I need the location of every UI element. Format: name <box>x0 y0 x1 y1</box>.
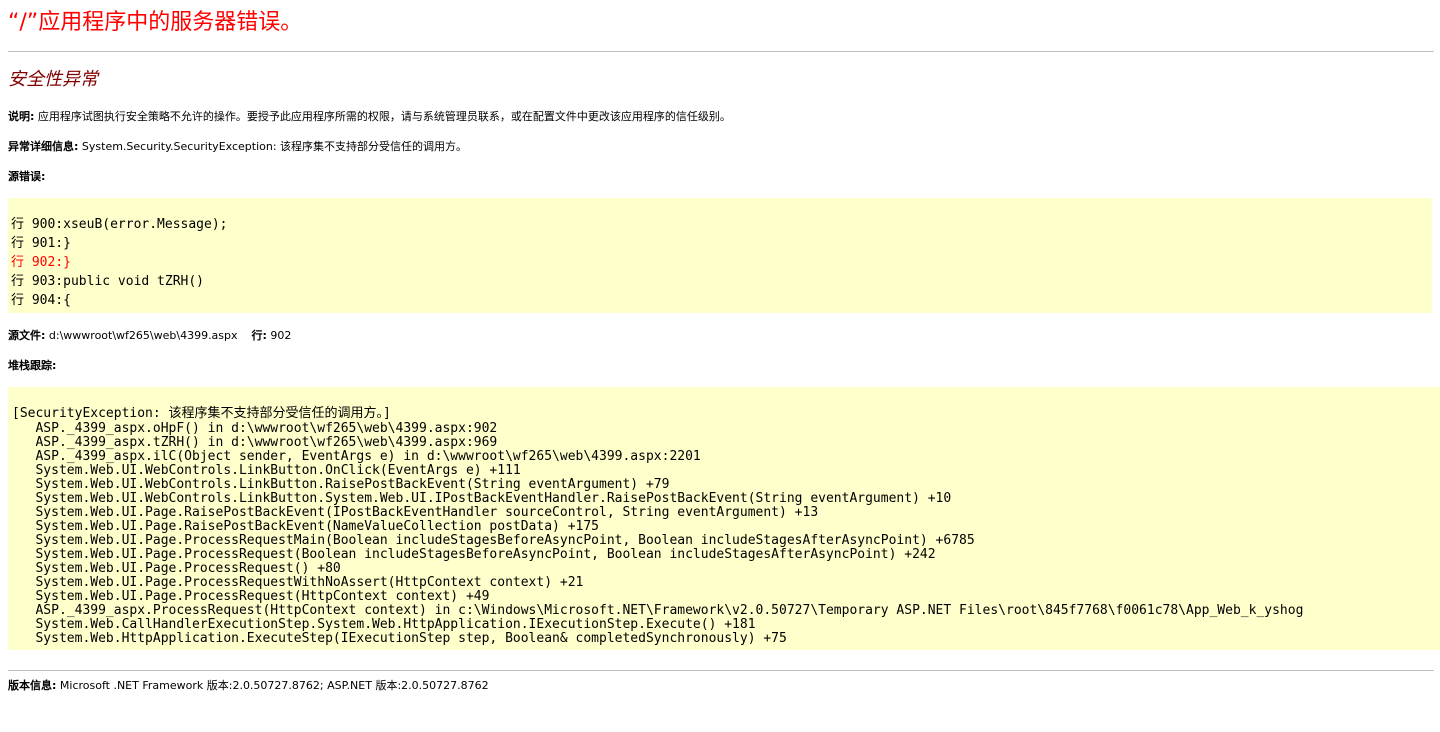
stack-trace-line: System.Web.UI.Page.ProcessRequest(Boolea… <box>12 547 936 562</box>
source-line: 行 903:public void tZRH() <box>11 274 205 289</box>
stack-trace-line: System.Web.UI.Page.RaisePostBackEvent(IP… <box>12 505 819 520</box>
description-label: 说明: <box>8 110 35 123</box>
stack-trace-line: System.Web.UI.WebControls.LinkButton.OnC… <box>12 463 521 478</box>
stack-trace-line: System.Web.UI.Page.ProcessRequestMain(Bo… <box>12 533 975 548</box>
source-line: 行 901:} <box>11 236 71 251</box>
version-info-paragraph: 版本信息: Microsoft .NET Framework 版本:2.0.50… <box>8 678 489 694</box>
stack-trace-line: System.Web.UI.Page.ProcessRequest(HttpCo… <box>12 589 490 604</box>
exception-type-heading: 安全性异常 <box>8 69 98 90</box>
exception-details-paragraph: 异常详细信息: System.Security.SecurityExceptio… <box>8 139 467 155</box>
version-info-label: 版本信息: <box>8 679 57 692</box>
source-error-heading: 源错误: <box>8 169 45 185</box>
exception-details-text: System.Security.SecurityException: 该程序集不… <box>78 140 468 153</box>
source-line-label: 行: <box>251 329 267 342</box>
source-line-highlighted: 行 902:} <box>11 255 71 270</box>
source-file-label: 源文件: <box>8 329 46 342</box>
stack-trace-line: [SecurityException: 该程序集不支持部分受信任的调用方。] <box>12 406 391 421</box>
exception-details-label: 异常详细信息: <box>8 140 79 153</box>
source-file-path: d:\wwwroot\wf265\web\4399.aspx <box>45 329 238 342</box>
source-line: 行 904:{ <box>11 293 71 308</box>
stack-trace-line: System.Web.UI.WebControls.LinkButton.Rai… <box>12 477 670 492</box>
stack-trace-line: System.Web.UI.Page.ProcessRequestWithNoA… <box>12 575 584 590</box>
description-paragraph: 说明: 应用程序试图执行安全策略不允许的操作。要授予此应用程序所需的权限，请与系… <box>8 109 731 125</box>
footer-divider <box>8 670 1434 671</box>
version-info-text: Microsoft .NET Framework 版本:2.0.50727.87… <box>56 679 489 692</box>
source-error-label: 源错误: <box>8 170 46 183</box>
stack-trace-code-box: [SecurityException: 该程序集不支持部分受信任的调用方。] A… <box>8 387 1440 650</box>
source-line: 行 900:xseuB(error.Message); <box>11 217 228 232</box>
stack-trace-line: ASP._4399_aspx.tZRH() in d:\wwwroot\wf26… <box>12 435 498 450</box>
page-title: “/”应用程序中的服务器错误。 <box>8 10 303 35</box>
source-file-paragraph: 源文件: d:\wwwroot\wf265\web\4399.aspx 行: 90… <box>8 328 291 344</box>
error-page: “/”应用程序中的服务器错误。 安全性异常 说明: 应用程序试图执行安全策略不允… <box>8 0 1440 732</box>
description-text: 应用程序试图执行安全策略不允许的操作。要授予此应用程序所需的权限，请与系统管理员… <box>34 110 731 123</box>
stack-trace-label: 堆栈跟踪: <box>8 359 57 372</box>
source-error-code-box: 行 900:xseuB(error.Message); 行 901:} 行 90… <box>8 198 1432 313</box>
stack-trace-line: System.Web.UI.Page.RaisePostBackEvent(Na… <box>12 519 599 534</box>
source-line-number: 902 <box>266 329 292 342</box>
stack-trace-line: System.Web.CallHandlerExecutionStep.Syst… <box>12 617 756 632</box>
stack-trace-line: ASP._4399_aspx.ilC(Object sender, EventA… <box>12 449 701 464</box>
stack-trace-line: System.Web.HttpApplication.ExecuteStep(I… <box>12 631 787 646</box>
stack-trace-line: ASP._4399_aspx.oHpF() in d:\wwwroot\wf26… <box>12 421 498 436</box>
stack-trace-line: System.Web.UI.Page.ProcessRequest() +80 <box>12 561 341 576</box>
stack-trace-heading: 堆栈跟踪: <box>8 358 56 374</box>
stack-trace-line: ASP._4399_aspx.ProcessRequest(HttpContex… <box>12 603 1304 618</box>
stack-trace-line: System.Web.UI.WebControls.LinkButton.Sys… <box>12 491 952 506</box>
title-divider <box>8 51 1434 52</box>
